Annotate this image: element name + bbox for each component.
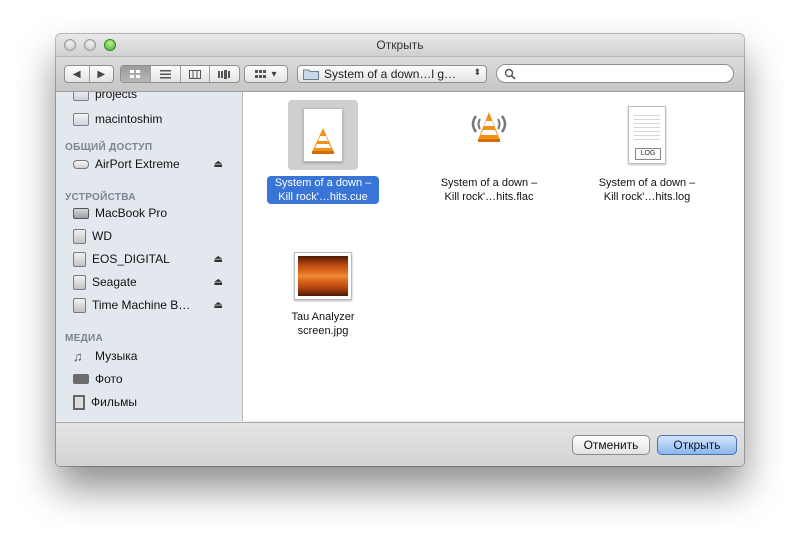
laptop-icon [73, 207, 89, 219]
sidebar-item-airport-extreme[interactable]: AirPort Extreme ⏏ [73, 155, 235, 173]
sidebar-item-eos-digital[interactable]: EOS_DIGITAL ⏏ [73, 250, 235, 268]
sidebar-heading-shared: ОБЩИЙ ДОСТУП [65, 142, 153, 153]
search-icon [504, 68, 516, 80]
window-title: Открыть [376, 38, 424, 52]
file-name: System of a down – Kill rock'…hits.log [577, 176, 717, 204]
toolbar: ◀ ▶ ▾ System of a down…l g… ⬍ [56, 57, 744, 92]
airport-icon [73, 159, 89, 169]
file-thumbnail [454, 100, 524, 170]
file-thumbnail [288, 100, 358, 170]
film-icon [73, 394, 85, 410]
sidebar-item-music[interactable]: ♫ Музыка [73, 347, 235, 365]
log-lines [634, 115, 660, 143]
path-label: System of a down…l g… [324, 67, 457, 81]
back-forward-control: ◀ ▶ [64, 65, 114, 83]
vlc-audio-icon [471, 112, 507, 142]
file-name: Tau Analyzer screen.jpg [253, 310, 393, 338]
drive-icon [73, 228, 86, 244]
search-input[interactable] [519, 66, 728, 82]
file-item-log[interactable]: LOG System of a down – Kill rock'…hits.l… [577, 100, 717, 204]
file-thumbnail: LOG [612, 100, 682, 170]
file-item-cue[interactable]: System of a down – Kill rock'…hits.cue [253, 100, 393, 204]
folder-icon [303, 69, 319, 80]
view-mode-control [120, 65, 240, 83]
image-preview [298, 256, 348, 296]
back-button[interactable]: ◀ [65, 66, 90, 82]
sidebar-item-label: macintoshim [95, 112, 163, 126]
eject-icon[interactable]: ⏏ [214, 277, 223, 288]
sidebar-item-time-machine[interactable]: Time Machine B… ⏏ [73, 296, 235, 314]
open-button[interactable]: Открыть [657, 435, 737, 455]
file-browser: System of a down – Kill rock'…hits.cue Sy… [243, 92, 744, 421]
column-view-icon [188, 69, 201, 79]
drive-icon [73, 274, 86, 290]
coverflow-view-icon [217, 69, 230, 79]
folder-icon [73, 92, 89, 101]
sidebar-item-label: EOS_DIGITAL [92, 252, 170, 266]
sidebar-item-photo[interactable]: Фото [73, 370, 235, 388]
sidebar: projects macintoshim ОБЩИЙ ДОСТУП AirPor… [56, 92, 243, 421]
file-item-jpg[interactable]: Tau Analyzer screen.jpg [253, 246, 393, 338]
sidebar-item-label: Фото [95, 372, 123, 386]
camera-icon [73, 374, 89, 384]
music-note-icon: ♫ [73, 348, 83, 364]
time-machine-icon [73, 297, 86, 313]
coverflow-view-button[interactable] [210, 66, 239, 82]
drive-icon [73, 251, 86, 267]
sidebar-item-label: Time Machine B… [92, 298, 191, 312]
search-field[interactable] [496, 64, 734, 83]
updown-chevron-icon: ⬍ [473, 67, 481, 77]
image-thumbnail-icon [294, 252, 352, 300]
list-view-button[interactable] [151, 66, 181, 82]
arrange-chevron-icon: ▾ [271, 68, 277, 80]
button-bar: Отменить Открыть [56, 422, 744, 466]
file-name-line1: System of a down – [270, 176, 376, 190]
arrange-grid-icon [255, 69, 267, 78]
eject-icon[interactable]: ⏏ [214, 254, 223, 265]
column-view-button[interactable] [181, 66, 211, 82]
log-badge: LOG [635, 148, 661, 160]
sidebar-item-label: AirPort Extreme [95, 157, 180, 171]
icon-view-button[interactable] [121, 66, 151, 82]
sidebar-item-label: projects [95, 92, 138, 101]
sidebar-item-movies[interactable]: Фильмы [73, 393, 235, 411]
sidebar-item-label: WD [92, 229, 112, 243]
list-view-icon [159, 69, 171, 78]
title-bar: Открыть [56, 34, 744, 57]
file-name-line1: System of a down – [440, 177, 538, 189]
file-name-line2: Kill rock'…hits.log [603, 191, 691, 203]
path-popup[interactable]: System of a down…l g… ⬍ [297, 65, 487, 83]
sidebar-item-macbook-pro[interactable]: MacBook Pro [73, 204, 235, 222]
eject-icon[interactable]: ⏏ [214, 159, 223, 170]
sidebar-item-label: Фильмы [91, 395, 137, 409]
forward-button[interactable]: ▶ [90, 66, 114, 82]
file-name-line1: Tau Analyzer [291, 311, 355, 323]
open-dialog-window: Открыть ◀ ▶ ▾ System of a down…l g… ⬍ pr… [56, 34, 744, 466]
cancel-button[interactable]: Отменить [572, 435, 650, 455]
sidebar-item-wd[interactable]: WD [73, 227, 235, 245]
file-name: System of a down – Kill rock'…hits.cue [253, 176, 393, 204]
sidebar-item-label: Музыка [95, 349, 138, 363]
file-thumbnail [288, 246, 358, 306]
vlc-cue-icon [312, 128, 334, 154]
file-name-line2: Kill rock'…hits.cue [274, 190, 372, 204]
file-name-line1: System of a down – [598, 177, 696, 189]
file-name-line2: screen.jpg [297, 325, 349, 337]
sidebar-item-seagate[interactable]: Seagate ⏏ [73, 273, 235, 291]
file-name: System of a down – Kill rock'…hits.flac [419, 176, 559, 204]
sidebar-heading-media: МЕДИА [65, 333, 104, 344]
sidebar-item-macintoshim[interactable]: macintoshim [73, 110, 235, 128]
folder-icon [73, 112, 89, 126]
sidebar-item-projects[interactable]: projects [73, 92, 235, 103]
arrange-button[interactable]: ▾ [244, 65, 288, 83]
log-document-icon: LOG [628, 106, 666, 164]
sidebar-item-label: Seagate [92, 275, 137, 289]
sidebar-item-label: MacBook Pro [95, 206, 168, 220]
file-item-flac[interactable]: System of a down – Kill rock'…hits.flac [419, 100, 559, 204]
sidebar-heading-devices: УСТРОЙСТВА [65, 192, 136, 203]
icon-view-icon [129, 69, 140, 78]
file-name-line2: Kill rock'…hits.flac [444, 191, 534, 203]
eject-icon[interactable]: ⏏ [214, 300, 223, 311]
